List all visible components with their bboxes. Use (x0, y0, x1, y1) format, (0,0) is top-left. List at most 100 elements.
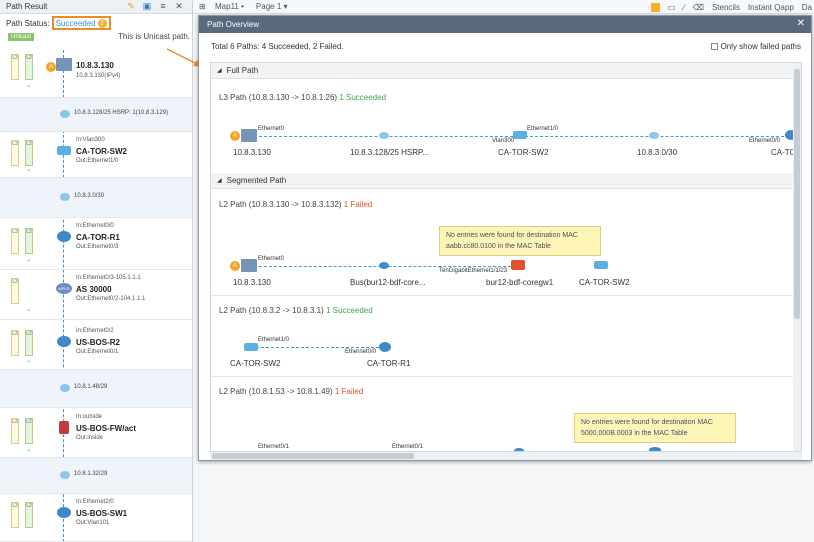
checkbox-box[interactable] (710, 43, 718, 50)
unicast-badge: Unicast (8, 33, 35, 41)
node-name: 10.8.3.130 (76, 61, 114, 70)
source-a-badge: A (230, 261, 240, 271)
host-icon (56, 58, 72, 71)
switch-icon[interactable] (594, 261, 608, 269)
segmented-path-header[interactable]: ◢ Segmented Path (211, 173, 801, 189)
stencils-button[interactable]: Stencils (712, 3, 740, 12)
chevron-down-icon[interactable]: ⌄ (26, 166, 31, 173)
chevron-down-icon[interactable]: ⌄ (26, 357, 31, 364)
segment-label: 10.8.3.128/25 HSRP: 1(10.8.3.129) (74, 110, 169, 116)
l3-path-status: 1 Succeeded (339, 93, 387, 102)
list-item[interactable]: L3 L2 ⌄ In:outside US-BOS-FW/act Out:ins… (0, 408, 192, 458)
device-label: CA-TOR-SW2 (579, 278, 630, 287)
tab-page[interactable]: Page 1 ▾ (256, 2, 288, 11)
list-item[interactable]: L3 L2 ⌄ In:Vlan300 CA-TOR-SW2 Out:Ethern… (0, 132, 192, 178)
collapse-triangle-icon[interactable]: ◢ (217, 177, 222, 184)
path-summary: Total 6 Paths: 4 Succeeded, 2 Failed. (211, 42, 344, 51)
path-overview-dialog: Path Overview ✕ Total 6 Paths: 4 Succeed… (198, 15, 812, 461)
segmented-path-title: Segmented Path (226, 176, 287, 185)
tab-map[interactable]: Map11 • (215, 2, 244, 11)
host-icon[interactable] (241, 129, 257, 142)
vertical-scrollbar[interactable] (793, 63, 801, 451)
list-item[interactable]: L3 L2 ⌄ In:Ethernet0/2 US-BOS-R2 Out:Eth… (0, 320, 192, 370)
firewall-icon (59, 421, 69, 434)
node-sub: 10.8.3.130(IPv4) (76, 73, 121, 79)
interface-label: Ethernet1/0 (527, 126, 559, 132)
l3-path-title[interactable]: L3 Path (10.8.3.130 -> 10.8.1.26) 1 Succ… (219, 93, 386, 102)
panel-title: Path Result (6, 2, 48, 11)
close-icon[interactable]: ✕ (797, 18, 805, 29)
grid-icon[interactable]: ⊞ (199, 2, 209, 11)
eraser-icon[interactable]: ⌫ (693, 3, 704, 12)
scroll-thumb[interactable] (212, 453, 414, 459)
host-icon[interactable] (241, 259, 257, 272)
layer-tag-l3: L3 (11, 228, 19, 254)
segment-icon (60, 193, 70, 201)
rect-icon[interactable]: ▭ (668, 3, 676, 12)
l2-path-title[interactable]: L2 Path (10.8.1.53 -> 10.8.1.49) 1 Faile… (219, 387, 363, 396)
interface-label: Ethernet0/1 (392, 444, 424, 450)
pen-icon[interactable]: ∕ (683, 3, 684, 12)
note-line: No entries were found for destination MA… (446, 232, 578, 239)
da-button[interactable]: Da (802, 3, 812, 12)
full-path-header[interactable]: ◢ Full Path (211, 63, 801, 79)
l2-path-text: L2 Path (10.8.3.2 -> 10.8.3.1) (219, 306, 324, 315)
layer-tag-l2: L2 (25, 330, 33, 356)
l2-path-status: 1 Failed (334, 387, 364, 396)
list-item[interactable]: 10.8.1.48/29 (0, 370, 192, 408)
mpls-cloud-icon: MPLS (56, 283, 72, 294)
close-icon[interactable]: ✕ (174, 1, 184, 11)
chevron-down-icon[interactable]: ⌄ (26, 82, 31, 89)
menu-icon[interactable]: ≡ (158, 1, 168, 11)
list-item[interactable]: 10.8.1.32/29 (0, 458, 192, 494)
segment-icon (60, 110, 70, 118)
router-icon[interactable] (379, 342, 391, 352)
map-toolbar: ⊞ Map11 • Page 1 ▾ ▭ ∕ ⌫ Stencils Instan… (193, 0, 814, 14)
path-status-row: Path Status: Succeeded ! (0, 14, 192, 32)
node-out: Out:Ethernet1/0 (76, 158, 119, 164)
interface-label: Ethernet1/0 (258, 337, 290, 343)
switch-icon (57, 146, 71, 155)
info-icon[interactable]: ! (97, 18, 107, 28)
device-label: CA-TOR-SW2 (498, 148, 549, 157)
full-path-title: Full Path (226, 66, 259, 75)
note-icon[interactable] (650, 2, 660, 12)
interface-label: Vlan300 (492, 138, 515, 144)
instant-qapp-button[interactable]: Instant Qapp (748, 3, 794, 12)
node-in: In:outside (76, 414, 103, 420)
failure-note: No entries were found for destination MA… (574, 413, 736, 443)
segment-label: 10.8.1.32/29 (74, 471, 108, 477)
interface-label: Ethernet0 (258, 126, 285, 132)
segment-icon[interactable] (649, 132, 659, 139)
l2-path-title[interactable]: L2 Path (10.8.3.2 -> 10.8.3.1) 1 Succeed… (219, 306, 373, 315)
note-line: 5000.000B.0003 in the MAC Table (581, 430, 688, 437)
save-icon[interactable]: ▣ (142, 1, 152, 11)
failed-device-icon[interactable] (511, 260, 525, 270)
list-item[interactable]: L3 L2 ⌄ In:Ethernet0/0 CA-TOR-R1 Out:Eth… (0, 218, 192, 270)
failure-note: No entries were found for destination MA… (439, 226, 601, 256)
list-item[interactable]: L3 L2 In:Ethernet2/0 US-BOS-SW1 Out:Vlan… (0, 494, 192, 542)
switch-icon[interactable] (244, 343, 258, 351)
bus-icon[interactable] (379, 262, 389, 269)
highlight-icon[interactable]: ✎ (126, 1, 136, 11)
interface-label: Ethernet0/1 (258, 444, 290, 450)
chevron-down-icon[interactable]: ⌄ (26, 256, 31, 263)
segment-icon[interactable] (379, 132, 389, 139)
only-failed-checkbox[interactable]: Only show failed paths (710, 42, 801, 51)
chevron-down-icon[interactable]: ⌄ (26, 446, 31, 453)
divider (211, 295, 801, 296)
list-item[interactable]: 10.8.3.0/30 (0, 178, 192, 218)
list-item[interactable]: 10.8.3.128/25 HSRP: 1(10.8.3.129) (0, 98, 192, 132)
list-item[interactable]: L3 ⌄ In:Ethernet0/3-105.1.1.1 MPLS AS 30… (0, 270, 192, 320)
node-out: Out:Ethernet0/3 (76, 244, 119, 250)
scroll-thumb[interactable] (794, 69, 800, 319)
l2-path-title[interactable]: L2 Path (10.8.3.130 -> 10.8.3.132) 1 Fai… (219, 200, 372, 209)
node-name: US-BOS-R2 (76, 338, 121, 347)
chevron-down-icon[interactable]: ⌄ (26, 306, 31, 313)
layer-tag-l3: L3 (11, 54, 19, 80)
node-in: In:Ethernet0/2 (76, 328, 114, 334)
collapse-triangle-icon[interactable]: ◢ (217, 67, 222, 74)
horizontal-scrollbar[interactable] (210, 452, 802, 460)
interface-label: Ethernet0 (258, 256, 285, 262)
switch-icon[interactable] (513, 131, 527, 139)
